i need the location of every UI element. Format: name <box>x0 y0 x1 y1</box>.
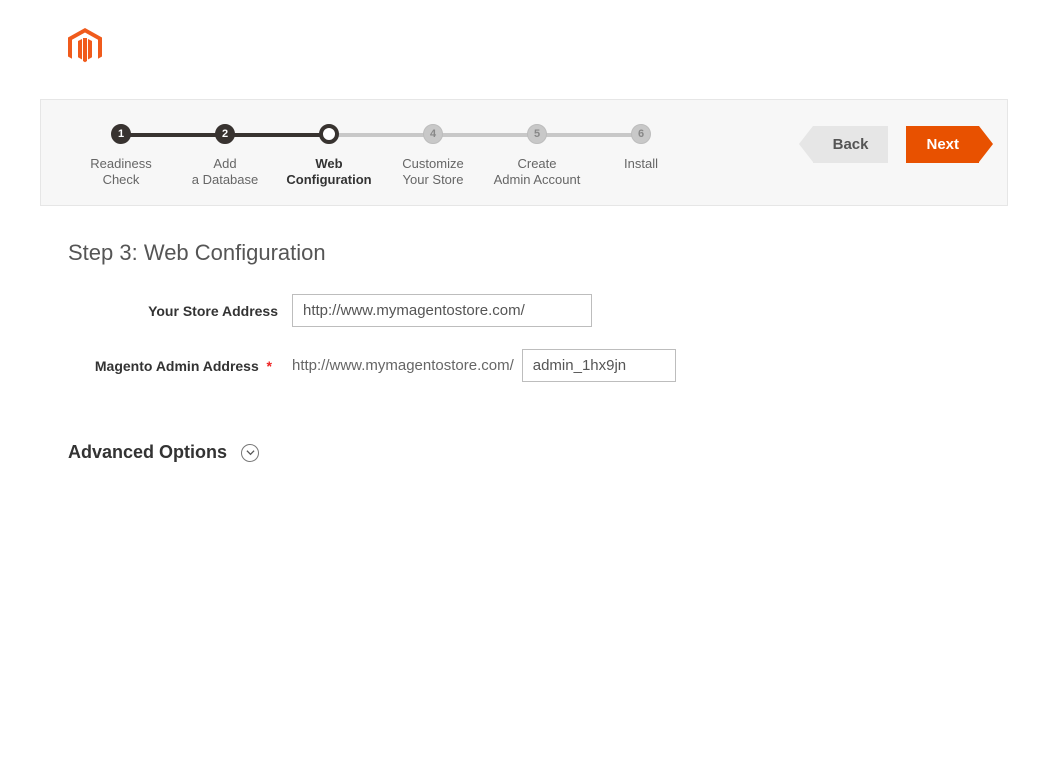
advanced-options-toggle[interactable]: Advanced Options <box>68 442 1048 463</box>
admin-address-input[interactable] <box>522 349 676 382</box>
step-number-badge: 4 <box>423 124 443 144</box>
step-connector <box>225 133 329 137</box>
step-label: Web Configuration <box>286 156 371 187</box>
step-label: Create Admin Account <box>494 156 581 187</box>
step-number-badge <box>319 124 339 144</box>
back-button[interactable]: Back <box>813 126 889 163</box>
step-connector <box>329 133 433 137</box>
step-label: Customize Your Store <box>402 156 463 187</box>
step-number-badge: 1 <box>111 124 131 144</box>
step-label: Install <box>624 156 658 172</box>
page-title: Step 3: Web Configuration <box>68 240 1008 266</box>
required-star-icon: * <box>267 358 272 374</box>
step-label: Add a Database <box>192 156 259 187</box>
admin-address-prefix: http://www.mymagentostore.com/ <box>292 357 514 374</box>
admin-address-label: Magento Admin Address * <box>68 358 292 374</box>
nav-buttons: Back Next <box>813 126 979 163</box>
store-address-input[interactable] <box>292 294 592 327</box>
steps-list: 1 Readiness Check 2 Add a Database Web C… <box>69 124 693 187</box>
advanced-options-title: Advanced Options <box>68 442 227 463</box>
store-address-label: Your Store Address <box>68 303 292 319</box>
step-connector <box>433 133 537 137</box>
step-install: 6 Install <box>589 124 693 172</box>
step-connector <box>537 133 641 137</box>
configuration-form: Your Store Address Magento Admin Address… <box>0 294 1048 382</box>
wizard-steps-bar: 1 Readiness Check 2 Add a Database Web C… <box>40 99 1008 206</box>
admin-address-row: Magento Admin Address * http://www.mymag… <box>68 349 1048 382</box>
step-connector <box>121 133 225 137</box>
magento-logo-icon <box>68 53 102 70</box>
step-number-badge: 5 <box>527 124 547 144</box>
store-address-row: Your Store Address <box>68 294 1048 327</box>
step-number-badge: 2 <box>215 124 235 144</box>
step-number-badge: 6 <box>631 124 651 144</box>
chevron-down-icon <box>241 444 259 462</box>
step-label: Readiness Check <box>90 156 151 187</box>
next-button[interactable]: Next <box>906 126 979 163</box>
